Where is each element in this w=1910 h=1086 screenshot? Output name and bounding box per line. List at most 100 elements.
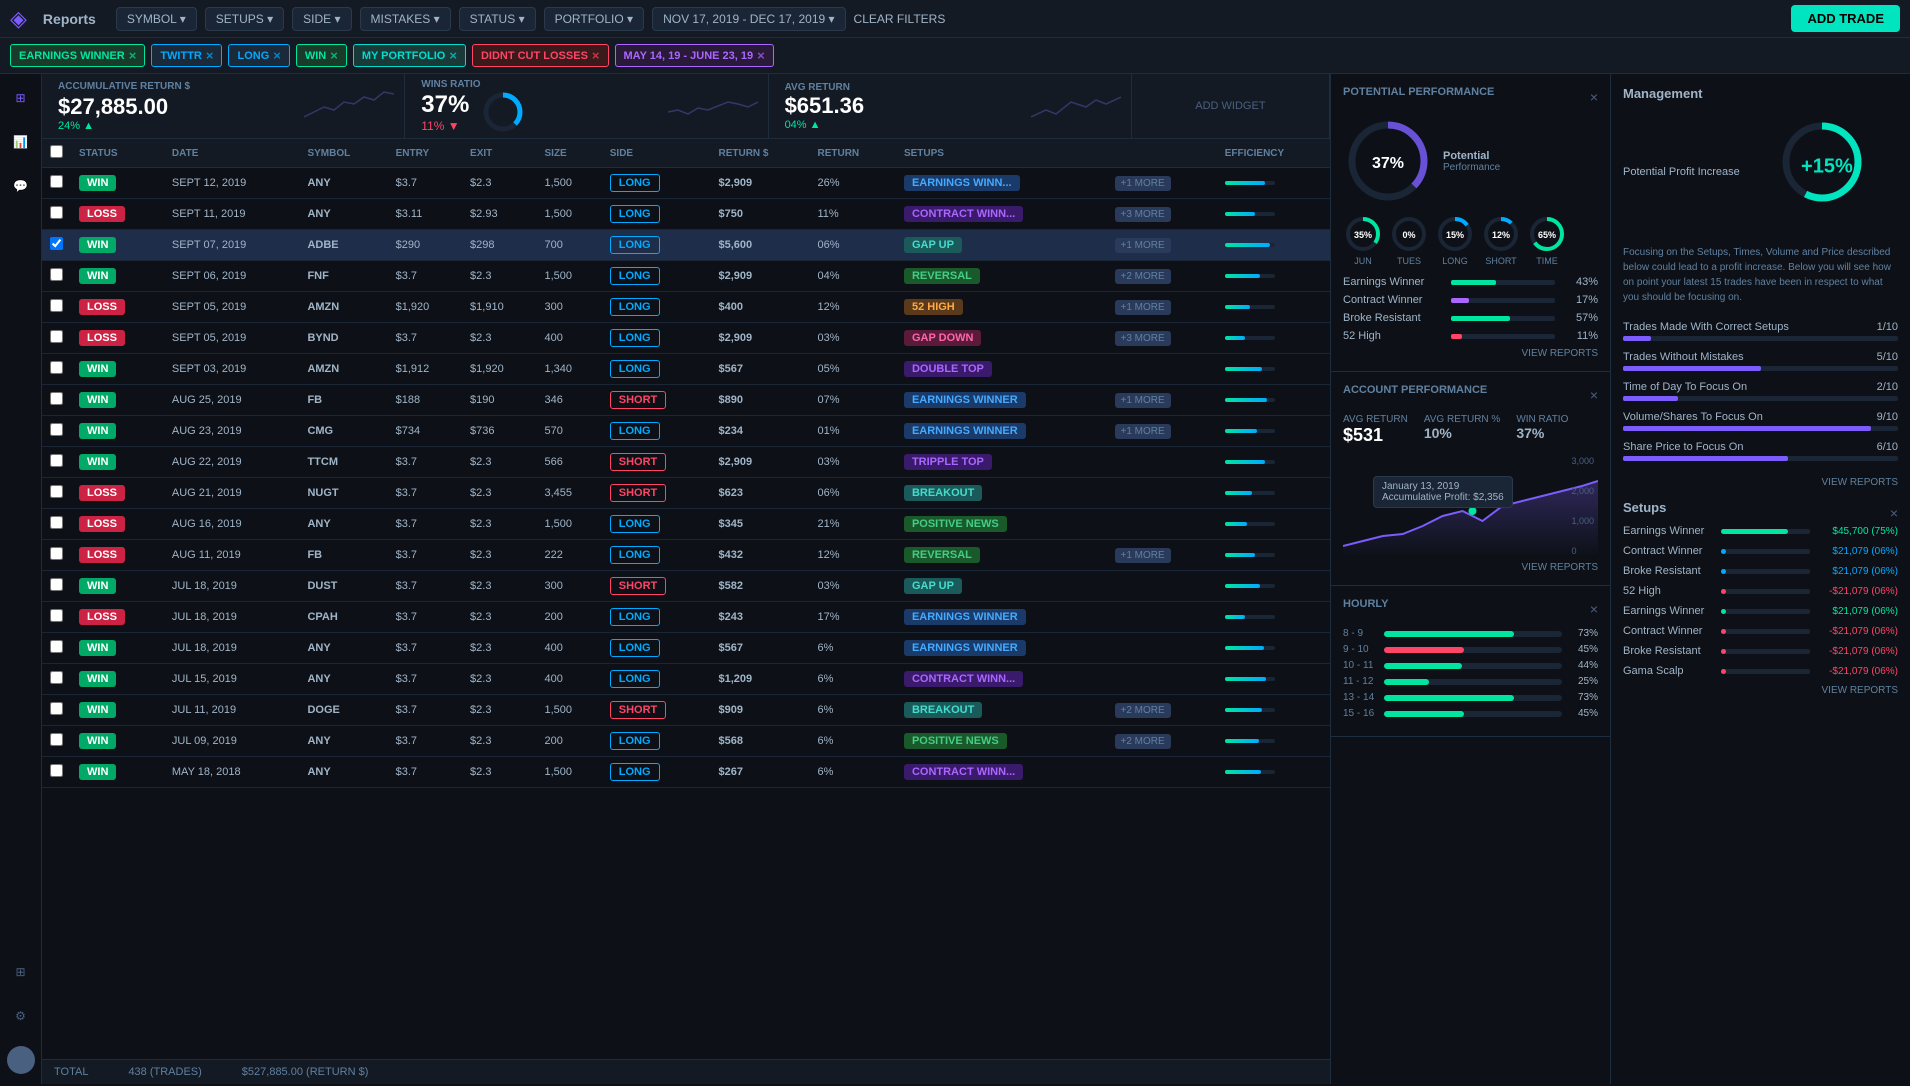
table-row[interactable]: WIN SEPT 12, 2019 ANY $3.7 $2.3 1,500 LO…: [42, 168, 1330, 199]
row-checkbox[interactable]: [50, 485, 63, 498]
table-row[interactable]: LOSS JUL 18, 2019 CPAH $3.7 $2.3 200 LON…: [42, 602, 1330, 633]
close-icon[interactable]: ×: [206, 48, 214, 63]
row-setup[interactable]: GAP UP: [896, 571, 1103, 602]
potential-view-reports[interactable]: VIEW REPORTS: [1343, 348, 1598, 359]
setups-close-icon[interactable]: ×: [1890, 505, 1898, 521]
more-badge[interactable]: +1 MORE: [1115, 548, 1171, 563]
table-row[interactable]: WIN AUG 22, 2019 TTCM $3.7 $2.3 566 SHOR…: [42, 447, 1330, 478]
col-size[interactable]: SIZE: [537, 139, 602, 168]
tag-date-range[interactable]: MAY 14, 19 - JUNE 23, 19 ×: [615, 44, 774, 67]
table-row[interactable]: WIN JUL 18, 2019 ANY $3.7 $2.3 400 LONG …: [42, 633, 1330, 664]
table-row[interactable]: WIN AUG 25, 2019 FB $188 $190 346 SHORT …: [42, 385, 1330, 416]
potential-close-icon[interactable]: ×: [1590, 89, 1598, 105]
row-symbol[interactable]: TTCM: [299, 447, 387, 478]
row-symbol[interactable]: FB: [299, 540, 387, 571]
row-setup[interactable]: BREAKOUT: [896, 478, 1103, 509]
table-row[interactable]: WIN SEPT 03, 2019 AMZN $1,912 $1,920 1,3…: [42, 354, 1330, 385]
table-row[interactable]: LOSS AUG 11, 2019 FB $3.7 $2.3 222 LONG …: [42, 540, 1330, 571]
col-efficiency[interactable]: EFFICIENCY: [1217, 139, 1330, 168]
row-more[interactable]: +1 MORE: [1103, 292, 1217, 323]
more-badge[interactable]: +3 MORE: [1115, 331, 1171, 346]
row-more[interactable]: +1 MORE: [1103, 168, 1217, 199]
row-setup[interactable]: REVERSAL: [896, 261, 1103, 292]
more-badge[interactable]: +1 MORE: [1115, 424, 1171, 439]
col-return-dollar[interactable]: RETURN $: [710, 139, 809, 168]
row-more[interactable]: [1103, 447, 1217, 478]
row-checkbox[interactable]: [50, 206, 63, 219]
tag-my-portfolio[interactable]: MY PORTFOLIO ×: [353, 44, 466, 67]
row-more[interactable]: [1103, 478, 1217, 509]
row-setup[interactable]: EARNINGS WINNER: [896, 602, 1103, 633]
sidebar-icon-grid[interactable]: ⊞: [7, 84, 35, 112]
table-row[interactable]: WIN JUL 18, 2019 DUST $3.7 $2.3 300 SHOR…: [42, 571, 1330, 602]
row-more[interactable]: [1103, 509, 1217, 540]
clear-filters-btn[interactable]: CLEAR FILTERS: [854, 12, 946, 26]
row-symbol[interactable]: CMG: [299, 416, 387, 447]
row-checkbox[interactable]: [50, 454, 63, 467]
row-more[interactable]: +2 MORE: [1103, 695, 1217, 726]
row-symbol[interactable]: DOGE: [299, 695, 387, 726]
sidebar-icon-settings[interactable]: ⚙: [7, 1002, 35, 1030]
close-icon[interactable]: ×: [129, 48, 137, 63]
row-checkbox[interactable]: [50, 392, 63, 405]
row-setup[interactable]: POSITIVE NEWS: [896, 726, 1103, 757]
col-entry[interactable]: ENTRY: [388, 139, 462, 168]
close-icon[interactable]: ×: [757, 48, 765, 63]
table-row[interactable]: LOSS AUG 21, 2019 NUGT $3.7 $2.3 3,455 S…: [42, 478, 1330, 509]
row-checkbox[interactable]: [50, 516, 63, 529]
col-symbol[interactable]: SYMBOL: [299, 139, 387, 168]
row-more[interactable]: +2 MORE: [1103, 726, 1217, 757]
tag-long[interactable]: LONG ×: [228, 44, 289, 67]
mistakes-filter[interactable]: MISTAKES ▾: [360, 7, 451, 31]
more-badge[interactable]: +1 MORE: [1115, 300, 1171, 315]
row-setup[interactable]: DOUBLE TOP: [896, 354, 1103, 385]
table-row[interactable]: WIN JUL 09, 2019 ANY $3.7 $2.3 200 LONG …: [42, 726, 1330, 757]
row-checkbox[interactable]: [50, 578, 63, 591]
row-checkbox[interactable]: [50, 733, 63, 746]
setups-view-reports[interactable]: VIEW REPORTS: [1623, 685, 1898, 696]
row-symbol[interactable]: ANY: [299, 726, 387, 757]
row-checkbox[interactable]: [50, 609, 63, 622]
table-row[interactable]: WIN AUG 23, 2019 CMG $734 $736 570 LONG …: [42, 416, 1330, 447]
row-more[interactable]: +1 MORE: [1103, 540, 1217, 571]
row-checkbox[interactable]: [50, 702, 63, 715]
row-symbol[interactable]: AMZN: [299, 354, 387, 385]
row-setup[interactable]: POSITIVE NEWS: [896, 509, 1103, 540]
row-symbol[interactable]: ANY: [299, 168, 387, 199]
row-checkbox[interactable]: [50, 175, 63, 188]
tag-win[interactable]: WIN ×: [296, 44, 347, 67]
row-setup[interactable]: GAP UP: [896, 230, 1103, 261]
row-more[interactable]: +3 MORE: [1103, 199, 1217, 230]
more-badge[interactable]: +3 MORE: [1115, 207, 1171, 222]
row-more[interactable]: +1 MORE: [1103, 416, 1217, 447]
row-checkbox[interactable]: [50, 640, 63, 653]
row-setup[interactable]: EARNINGS WINN...: [896, 168, 1103, 199]
status-filter[interactable]: STATUS ▾: [459, 7, 536, 31]
col-setups[interactable]: SETUPS: [896, 139, 1103, 168]
row-checkbox[interactable]: [50, 330, 63, 343]
sidebar-icon-chat[interactable]: 💬: [7, 172, 35, 200]
more-badge[interactable]: +2 MORE: [1115, 703, 1171, 718]
row-more[interactable]: [1103, 633, 1217, 664]
col-side[interactable]: SIDE: [602, 139, 711, 168]
row-setup[interactable]: CONTRACT WINN...: [896, 757, 1103, 788]
tag-didnt-cut-losses[interactable]: DIDNT CUT LOSSES ×: [472, 44, 609, 67]
table-row[interactable]: WIN SEPT 06, 2019 FNF $3.7 $2.3 1,500 LO…: [42, 261, 1330, 292]
mgmt-view-reports[interactable]: VIEW REPORTS: [1623, 477, 1898, 488]
col-exit[interactable]: EXIT: [462, 139, 536, 168]
table-row[interactable]: LOSS SEPT 05, 2019 BYND $3.7 $2.3 400 LO…: [42, 323, 1330, 354]
symbol-filter[interactable]: SYMBOL ▾: [116, 7, 197, 31]
more-badge[interactable]: +2 MORE: [1115, 269, 1171, 284]
row-symbol[interactable]: BYND: [299, 323, 387, 354]
row-symbol[interactable]: DUST: [299, 571, 387, 602]
tag-earnings-winner[interactable]: EARNINGS WINNER ×: [10, 44, 145, 67]
table-row[interactable]: WIN JUL 11, 2019 DOGE $3.7 $2.3 1,500 SH…: [42, 695, 1330, 726]
tag-twittr[interactable]: TWITTR ×: [151, 44, 222, 67]
row-symbol[interactable]: ANY: [299, 199, 387, 230]
table-row[interactable]: WIN MAY 18, 2018 ANY $3.7 $2.3 1,500 LON…: [42, 757, 1330, 788]
table-row[interactable]: WIN JUL 15, 2019 ANY $3.7 $2.3 400 LONG …: [42, 664, 1330, 695]
add-trade-button[interactable]: ADD TRADE: [1791, 5, 1900, 32]
row-more[interactable]: [1103, 602, 1217, 633]
col-return[interactable]: RETURN: [809, 139, 895, 168]
more-badge[interactable]: +2 MORE: [1115, 734, 1171, 749]
